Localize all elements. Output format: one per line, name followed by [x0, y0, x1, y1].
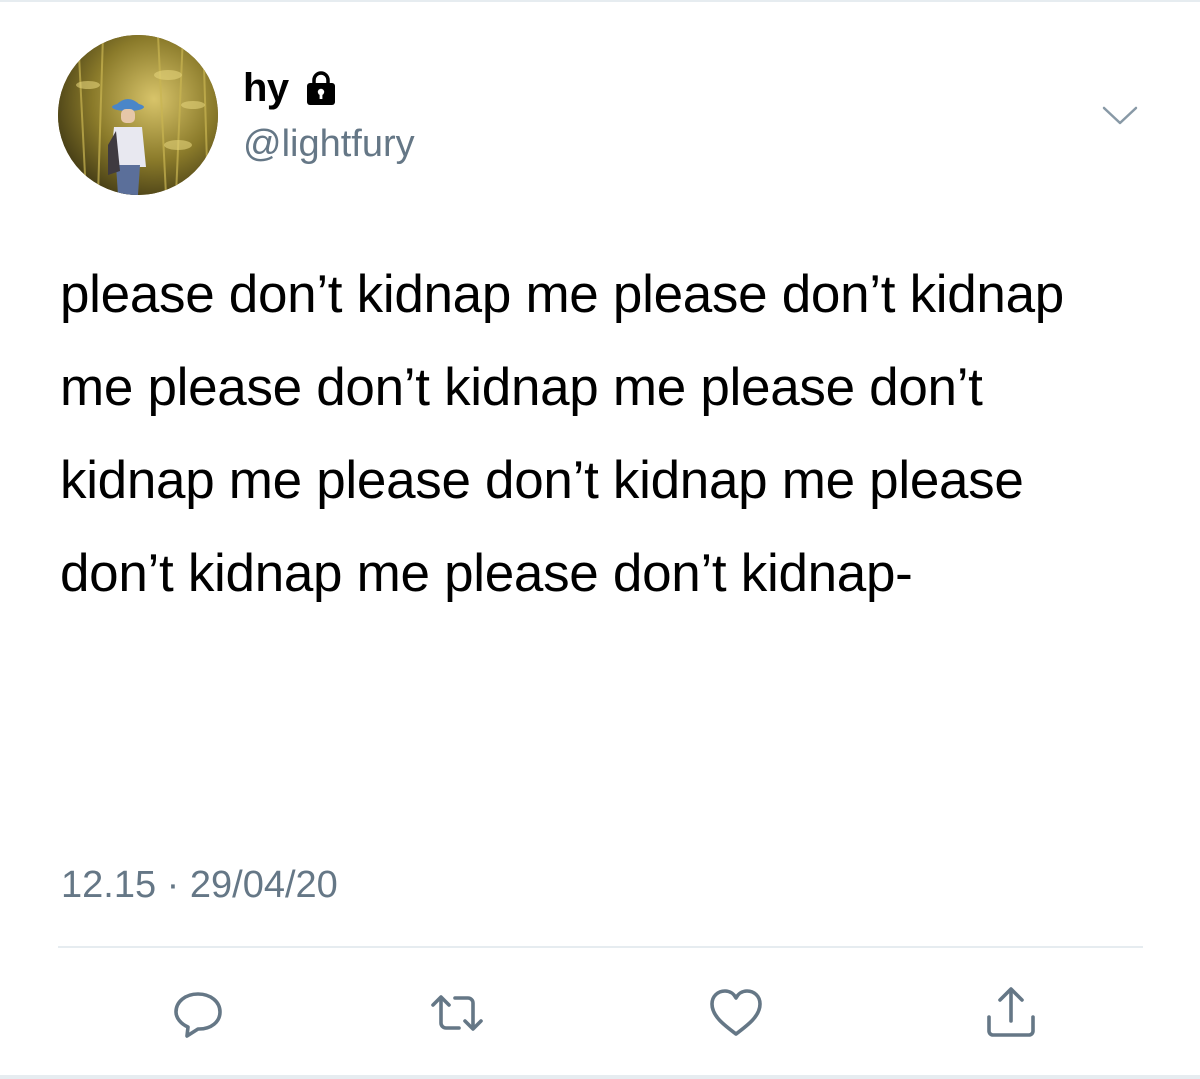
display-name-text: hy	[243, 66, 289, 110]
display-name[interactable]: hy	[243, 64, 341, 112]
tweet-text: please don’t kidnap me please don’t kidn…	[60, 265, 1064, 603]
top-border	[0, 0, 1200, 2]
chevron-down-icon	[1102, 106, 1138, 125]
reply-button[interactable]	[168, 983, 228, 1043]
tweet-timestamp[interactable]: 12.15 · 29/04/20	[61, 860, 338, 910]
tweet-menu-button[interactable]	[1098, 98, 1142, 134]
profile-photo-icon	[58, 35, 218, 195]
like-button[interactable]	[706, 983, 766, 1043]
bottom-border	[0, 1075, 1200, 1079]
heart-icon	[710, 989, 762, 1036]
lock-icon	[301, 68, 341, 108]
avatar[interactable]	[58, 35, 218, 195]
retweet-button[interactable]	[427, 983, 487, 1043]
divider	[58, 946, 1143, 948]
speech-bubble-icon	[174, 992, 222, 1038]
share-button[interactable]	[981, 983, 1041, 1043]
retweet-icon	[431, 995, 483, 1031]
share-icon	[987, 987, 1035, 1037]
user-handle[interactable]: @lightfury	[243, 120, 415, 168]
